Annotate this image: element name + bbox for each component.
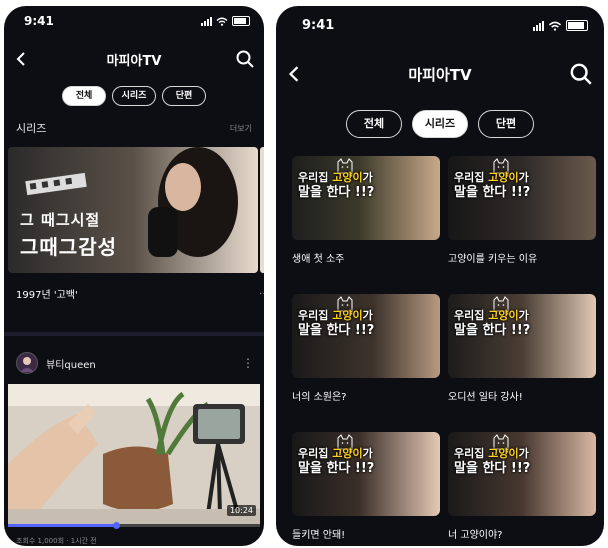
tab-series[interactable]: 시리즈 bbox=[112, 86, 156, 106]
video-title[interactable]: 너의 소원은? bbox=[292, 388, 440, 403]
tab-all[interactable]: 전체 bbox=[346, 110, 402, 138]
avatar[interactable] bbox=[16, 352, 38, 374]
nav-bar: 마피아TV bbox=[4, 46, 264, 72]
tab-series[interactable]: 시리즈 bbox=[412, 110, 468, 138]
page-title: 마피아TV bbox=[408, 65, 472, 84]
video-title[interactable]: 오디션 일타 강사! bbox=[448, 388, 596, 403]
signal-icon bbox=[533, 20, 544, 31]
video-title[interactable]: 고양이를 키우는 이유 bbox=[448, 250, 596, 265]
thumbnail-caption: 우리집 고양이가 말을 한다 !!? bbox=[454, 309, 531, 338]
thumbnail-caption: 우리집 고양이가 말을 한다 !!? bbox=[298, 171, 375, 200]
phone-screen-channel-home: 9:41 마피아TV 전체 시리즈 단편 시리즈 더보기 그 때그시절 그때그감… bbox=[4, 6, 264, 546]
video-meta: 조회수 1,000회 · 1시간 전 bbox=[16, 537, 97, 545]
thumbnail-caption: 우리집 고양이가 말을 한다 !!? bbox=[454, 447, 531, 476]
video-player[interactable]: 10:24 bbox=[8, 384, 260, 524]
phone-screen-series-list: 9:41 마피아TV 전체 시리즈 단편 우리집 고양이가 말을 한다 !!? 생… bbox=[276, 6, 604, 546]
video-frame-art bbox=[8, 384, 260, 524]
video-duration: 10:24 bbox=[226, 505, 256, 516]
status-icons bbox=[533, 20, 588, 31]
thumbnail-caption: 우리집 고양이가 말을 한다 !!? bbox=[298, 447, 375, 476]
section-title: 시리즈 bbox=[16, 122, 47, 135]
back-arrow-icon[interactable] bbox=[288, 66, 300, 82]
status-bar: 9:41 bbox=[4, 6, 264, 34]
page-title: 마피아TV bbox=[106, 53, 162, 69]
video-thumbnail[interactable]: 우리집 고양이가 말을 한다 !!? bbox=[448, 156, 596, 240]
wifi-icon bbox=[548, 21, 562, 31]
thumbnail-caption: 우리집 고양이가 말을 한다 !!? bbox=[298, 309, 375, 338]
back-arrow-icon[interactable] bbox=[16, 52, 26, 66]
video-title[interactable]: 너 고양이야? bbox=[448, 526, 596, 541]
next-series-thumbnail[interactable] bbox=[260, 147, 264, 273]
tab-short[interactable]: 단편 bbox=[478, 110, 534, 138]
filter-tabs: 전체 시리즈 단편 bbox=[4, 86, 264, 106]
more-link[interactable]: 더보기 bbox=[230, 123, 252, 134]
video-thumbnail[interactable]: 우리집 고양이가 말을 한다 !!? bbox=[292, 432, 440, 516]
video-title[interactable]: 들키면 안돼! bbox=[292, 526, 440, 541]
signal-icon bbox=[201, 16, 212, 26]
series-thumb-text-line1: 그 때그시절 bbox=[20, 211, 101, 229]
video-progress-fill bbox=[8, 524, 117, 527]
video-card[interactable]: 우리집 고양이가 말을 한다 !!? 생애 첫 소주 bbox=[292, 156, 440, 265]
video-thumbnail[interactable]: 우리집 고양이가 말을 한다 !!? bbox=[448, 432, 596, 516]
series-thumbnail[interactable]: 그 때그시절 그때그감성 bbox=[8, 147, 258, 273]
status-bar: 9:41 bbox=[276, 6, 604, 34]
video-card[interactable]: 우리집 고양이가 말을 한다 !!? 고양이를 키우는 이유 bbox=[448, 156, 596, 265]
search-icon[interactable] bbox=[236, 50, 254, 68]
nav-bar: 마피아TV bbox=[276, 60, 604, 88]
filter-tabs: 전체 시리즈 단편 bbox=[276, 110, 604, 138]
tab-short[interactable]: 단편 bbox=[162, 86, 206, 106]
status-time: 9:41 bbox=[302, 18, 335, 33]
channel-name[interactable]: 뷰티queen bbox=[46, 356, 242, 371]
channel-row[interactable]: 뷰티queen ⋮ bbox=[16, 352, 254, 374]
video-card[interactable]: 우리집 고양이가 말을 한다 !!? 들키면 안돼! bbox=[292, 432, 440, 541]
video-title[interactable]: 생애 첫 소주 bbox=[292, 250, 440, 265]
more-options-icon[interactable]: ⋮ bbox=[242, 356, 254, 370]
series-section-header: 시리즈 더보기 bbox=[16, 120, 252, 136]
video-thumbnail[interactable]: 우리집 고양이가 말을 한다 !!? bbox=[448, 294, 596, 378]
status-time: 9:41 bbox=[24, 14, 54, 28]
next-series-title-peek: … bbox=[259, 286, 264, 297]
video-thumbnail[interactable]: 우리집 고양이가 말을 한다 !!? bbox=[292, 156, 440, 240]
video-progress-bar[interactable] bbox=[8, 522, 260, 529]
section-divider bbox=[4, 332, 264, 336]
status-icons bbox=[201, 16, 250, 26]
series-title[interactable]: 1997년 '고백' bbox=[16, 286, 78, 301]
wifi-icon bbox=[216, 17, 228, 26]
search-icon[interactable] bbox=[570, 63, 592, 85]
video-card[interactable]: 우리집 고양이가 말을 한다 !!? 오디션 일타 강사! bbox=[448, 294, 596, 403]
video-card[interactable]: 우리집 고양이가 말을 한다 !!? 너의 소원은? bbox=[292, 294, 440, 403]
video-card[interactable]: 우리집 고양이가 말을 한다 !!? 너 고양이야? bbox=[448, 432, 596, 541]
video-progress-handle[interactable] bbox=[113, 522, 121, 529]
video-thumbnail[interactable]: 우리집 고양이가 말을 한다 !!? bbox=[292, 294, 440, 378]
thumbnail-caption: 우리집 고양이가 말을 한다 !!? bbox=[454, 171, 531, 200]
battery-icon bbox=[232, 16, 250, 26]
series-thumb-text-line2: 그때그감성 bbox=[20, 235, 117, 259]
tab-all[interactable]: 전체 bbox=[62, 86, 106, 106]
battery-icon bbox=[566, 20, 588, 31]
